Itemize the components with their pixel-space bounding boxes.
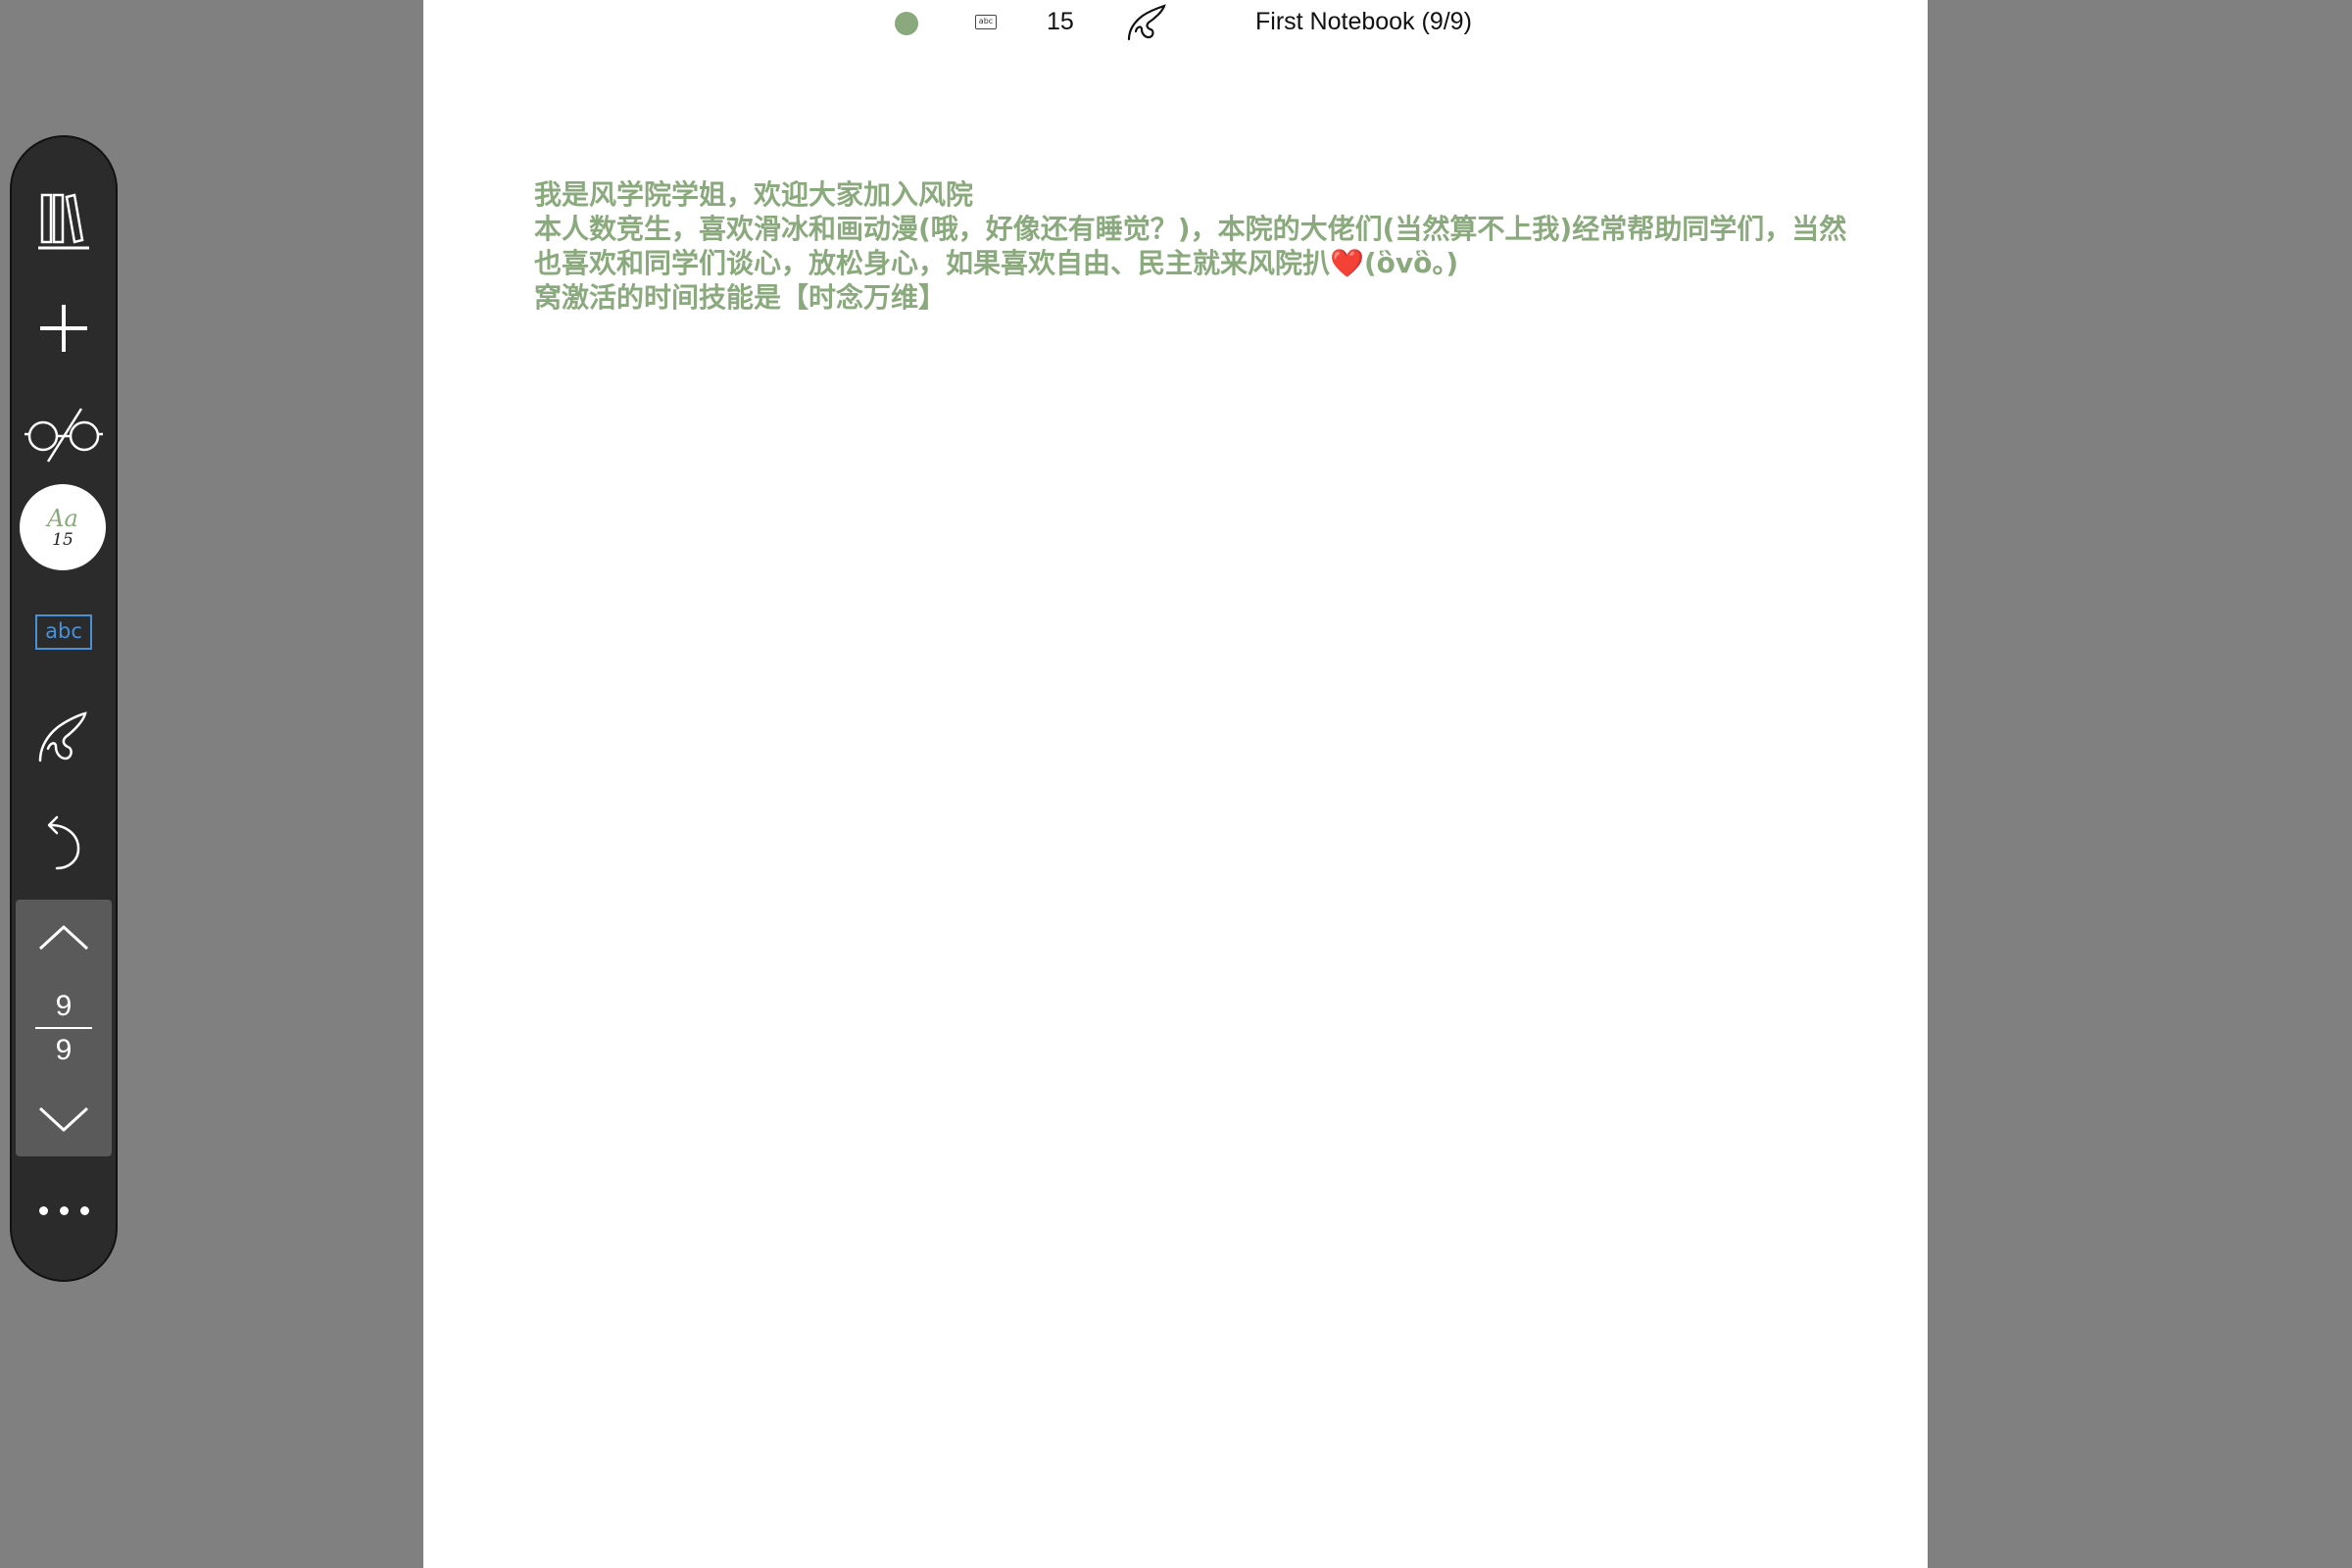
total-pages: 9 <box>55 1034 73 1066</box>
status-bar: abc 15 First Notebook (9/9) <box>423 0 1928 47</box>
font-size-button[interactable]: Aa 15 <box>20 484 106 570</box>
font-size-label: 15 <box>52 530 74 550</box>
page-divider <box>35 1027 92 1029</box>
current-page: 9 <box>55 990 73 1022</box>
pen-tool-button[interactable] <box>12 698 116 776</box>
page-navigator: 9 9 <box>16 900 112 1156</box>
view-mode-button[interactable] <box>12 390 116 478</box>
page-down-button[interactable] <box>16 1091 112 1150</box>
notebook-page[interactable]: abc 15 First Notebook (9/9) 我是风学院学姐，欢迎大家… <box>423 0 1928 1568</box>
plus-icon <box>40 305 87 352</box>
undo-button[interactable] <box>12 804 116 882</box>
undo-icon <box>47 815 80 870</box>
note-line: 也喜欢和同学们谈心，放松身心，如果喜欢自由、民主就来风院扒❤️(ὃvὃ。) <box>534 247 1459 279</box>
pen-gesture-icon <box>38 711 87 762</box>
font-sample-label: Aa <box>47 505 78 532</box>
chevron-down-icon <box>38 1106 89 1132</box>
more-options-button[interactable] <box>12 1196 116 1225</box>
note-content[interactable]: 我是风学院学姐，欢迎大家加入风院 本人数竞生，喜欢滑冰和画动漫(哦，好像还有睡觉… <box>534 177 1877 315</box>
library-books-icon <box>38 193 89 250</box>
note-line: 我是风学院学姐，欢迎大家加入风院 <box>534 178 974 211</box>
text-mode-button[interactable]: abc <box>35 614 92 650</box>
ink-color-swatch[interactable] <box>895 12 918 35</box>
note-line: 本人数竞生，喜欢滑冰和画动漫(哦，好像还有睡觉？)，本院的大佬们(当然算不上我)… <box>534 213 1847 245</box>
page-up-button[interactable] <box>16 907 112 966</box>
notebook-title: First Notebook (9/9) <box>1255 8 1472 35</box>
more-dots-icon <box>59 1205 69 1215</box>
chevron-up-icon <box>38 925 89 951</box>
glasses-icon <box>24 408 103 463</box>
pen-gesture-icon[interactable] <box>1125 2 1168 41</box>
font-size-indicator[interactable]: 15 <box>1047 8 1074 36</box>
library-button[interactable] <box>12 176 116 265</box>
more-dots-icon <box>79 1205 89 1215</box>
add-page-button[interactable] <box>12 284 116 372</box>
side-toolbar: Aa 15 abc 9 9 <box>10 135 118 1282</box>
more-dots-icon <box>38 1205 48 1215</box>
text-mode-indicator[interactable]: abc <box>975 15 997 29</box>
note-line: 窝激活的时间技能是【时念万维】 <box>534 281 947 314</box>
